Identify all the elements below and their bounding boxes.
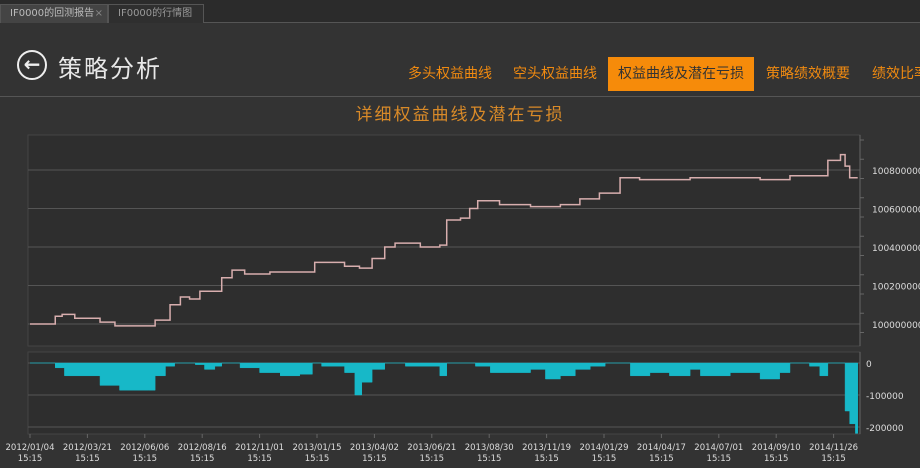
y-tick-label: 100400000 [872, 244, 920, 254]
x-tick-label: 2013/11/19 [522, 443, 571, 453]
y-tick-label: -200000 [866, 424, 904, 434]
x-tick-time: 15:15 [247, 454, 272, 464]
x-tick-time: 15:15 [362, 454, 387, 464]
x-tick-time: 15:15 [707, 454, 732, 464]
x-tick-time: 15:15 [75, 454, 100, 464]
y-tick-label: -100000 [866, 392, 904, 402]
x-tick-label: 2014/01/29 [580, 443, 629, 453]
x-tick-label: 2012/01/04 [6, 443, 55, 453]
x-tick-label: 2013/06/21 [407, 443, 456, 453]
equity-plot-area [27, 134, 861, 347]
x-tick-label: 2014/04/17 [637, 443, 686, 453]
x-tick-time: 15:15 [592, 454, 617, 464]
x-tick-time: 15:15 [534, 454, 559, 464]
x-tick-label: 2014/11/26 [809, 443, 858, 453]
x-tick-time: 15:15 [133, 454, 158, 464]
x-tick-time: 15:15 [190, 454, 215, 464]
y-tick-label: 100000000 [872, 321, 920, 331]
x-tick-time: 15:15 [305, 454, 330, 464]
y-tick-label: 100800000 [872, 167, 920, 177]
x-tick-label: 2013/04/02 [350, 443, 399, 453]
y-tick-label: 100600000 [872, 206, 920, 216]
x-tick-label: 2012/06/06 [120, 443, 169, 453]
equity-drawdown-chart: 100000000 100200000 100400000 100600000 1008… [6, 134, 920, 464]
x-tick-label: 2012/03/21 [63, 443, 112, 453]
y-tick-label: 0 [866, 360, 872, 370]
x-tick-label: 2012/08/16 [178, 443, 227, 453]
x-tick-label: 2014/07/01 [694, 443, 743, 453]
x-tick-label: 2013/08/30 [465, 443, 514, 453]
x-tick-label: 2014/09/10 [752, 443, 801, 453]
x-tick-label: 2012/11/01 [235, 443, 284, 453]
x-tick-time: 15:15 [477, 454, 502, 464]
y-tick-label: 100200000 [872, 283, 920, 293]
x-tick-time: 15:15 [649, 454, 674, 464]
x-tick-time: 15:15 [420, 454, 445, 464]
x-tick-label: 2013/01/15 [293, 443, 342, 453]
x-tick-time: 15:15 [821, 454, 846, 464]
x-tick-time: 15:15 [18, 454, 43, 464]
x-tick-time: 15:15 [764, 454, 789, 464]
